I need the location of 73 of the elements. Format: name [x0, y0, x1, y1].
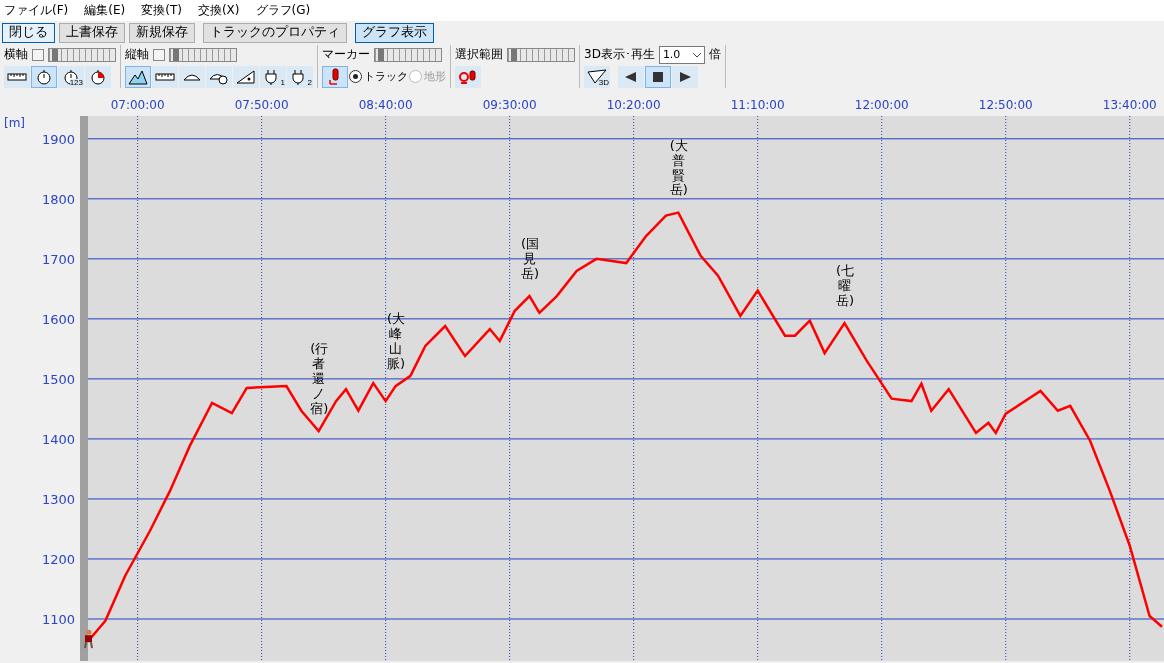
x-tick-label: 12:50:00: [978, 98, 1033, 112]
checkbox[interactable]: [153, 48, 165, 61]
group-title: マーカー: [322, 46, 370, 63]
peak-label: (大峰山脈): [387, 312, 404, 373]
speed-select[interactable]: 1.0: [658, 45, 705, 64]
stopwatch-icon: [34, 68, 54, 85]
x-tick-label: 07:00:00: [110, 98, 165, 112]
slider[interactable]: [48, 47, 116, 62]
x-tick-label: 10:20:00: [606, 98, 661, 112]
paper-plane-icon: [587, 68, 607, 85]
group-title: 横軸: [4, 46, 28, 63]
peak-label: (七曜岳): [836, 264, 853, 310]
icon-label: 3D: [598, 78, 609, 87]
slider-thumb[interactable]: [173, 48, 179, 61]
group-title: 縦軸: [125, 46, 149, 63]
x-tick-label: 12:00:00: [854, 98, 909, 112]
x-tick-label: 09:30:00: [482, 98, 537, 112]
x-tick-label: 13:40:00: [1102, 98, 1157, 112]
peak-label: (国見岳): [521, 237, 538, 283]
menu-item[interactable]: ファイル(F): [4, 1, 69, 19]
y-tick-label: 1700: [41, 251, 75, 267]
slider[interactable]: [507, 47, 575, 62]
playback-button[interactable]: [645, 65, 671, 88]
y-tick-label: 1300: [41, 491, 75, 507]
peak-label: (大普賢岳): [669, 138, 687, 199]
toolbar-button[interactable]: 上書保存: [59, 22, 125, 43]
y-tick-label: 1600: [41, 311, 75, 327]
marker-pen-icon: [328, 67, 342, 86]
peak-label: (行者還ノ宿): [310, 342, 328, 418]
y-tick-label: 1200: [41, 551, 75, 567]
menu-item[interactable]: 編集(E): [84, 1, 126, 19]
y-tick-label: 1400: [41, 431, 75, 447]
slider-thumb[interactable]: [378, 48, 384, 61]
toolbar-button[interactable]: トラックのプロパティ: [203, 22, 347, 43]
y-tick-label: 1500: [41, 371, 75, 387]
menu-item[interactable]: 変換(T): [141, 1, 182, 19]
menu-item[interactable]: 交換(X): [197, 1, 240, 19]
x-tick-label: 08:40:00: [358, 98, 413, 112]
toolbar-button[interactable]: 3D: [584, 65, 610, 88]
toolbar-button[interactable]: [322, 65, 348, 88]
speed-unit: 倍: [708, 46, 721, 63]
x-tick-label: 07:50:00: [234, 98, 289, 112]
icon-label: 123: [69, 78, 83, 87]
radio-option[interactable]: トラック: [349, 69, 408, 84]
slider-thumb[interactable]: [511, 48, 517, 61]
icon-label: 2: [307, 78, 312, 87]
menu-item[interactable]: グラフ(G): [255, 1, 311, 19]
checkbox[interactable]: [32, 48, 44, 61]
toolbar-button[interactable]: 閉じる: [2, 22, 55, 43]
toolbar-button[interactable]: 新規保存: [129, 22, 195, 43]
toolbar-button[interactable]: [125, 65, 151, 88]
slider[interactable]: [374, 47, 442, 62]
y-tick-label: 1900: [41, 131, 75, 147]
x-tick-label: 11:10:00: [730, 98, 785, 112]
group-title: 選択範囲: [455, 46, 503, 63]
slider-thumb[interactable]: [52, 48, 58, 61]
y-tick-label: 1800: [41, 191, 75, 207]
icon-label: 1: [280, 78, 285, 87]
toolbar-button[interactable]: グラフ表示: [355, 22, 434, 43]
stopwatch-icon: [88, 68, 108, 85]
axis-unit: [m]: [4, 116, 26, 130]
chevron-down-icon: [692, 51, 701, 58]
mountain-icon: [128, 68, 148, 85]
slider[interactable]: [169, 47, 237, 62]
range-marker-icon: [458, 68, 478, 85]
group-title: 3D表示･再生: [584, 46, 655, 63]
toolbar-button[interactable]: 1: [260, 65, 286, 88]
toolbar-button[interactable]: 2: [287, 65, 313, 88]
y-tick-label: 1100: [41, 612, 75, 627]
hiker-icon: [84, 629, 93, 650]
toolbar-button[interactable]: [31, 65, 57, 88]
slope-icon: [236, 68, 256, 85]
toolbar-button[interactable]: 123: [58, 65, 84, 88]
